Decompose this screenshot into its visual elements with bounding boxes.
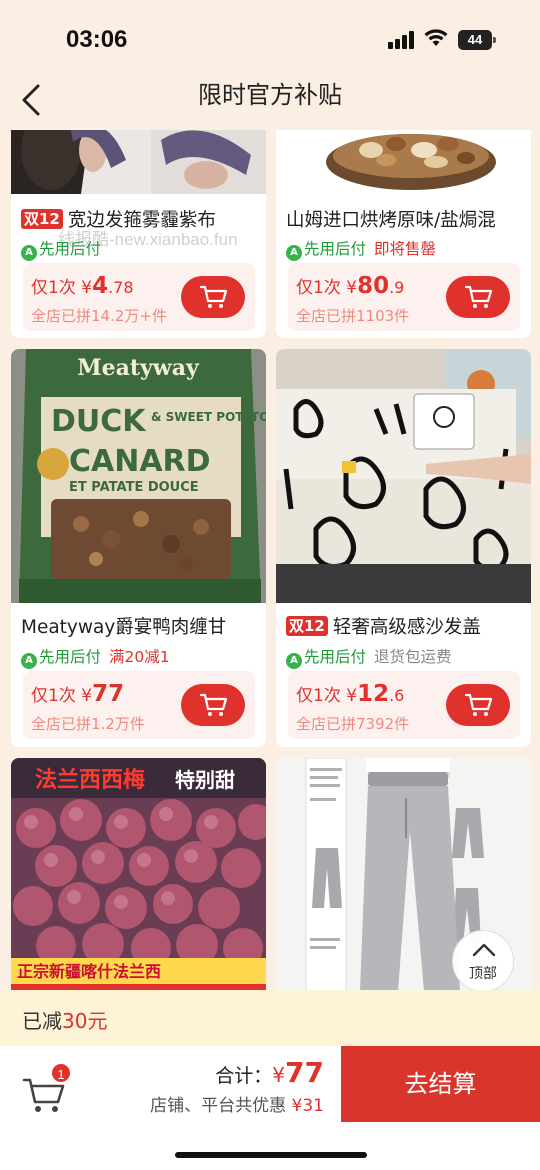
price: 仅1次 ¥4.78 — [31, 273, 134, 299]
price-box[interactable]: 仅1次 ¥80.9 全店已拼1103件 — [288, 263, 520, 331]
image-text: 正宗新疆喀什法兰西 — [17, 962, 161, 981]
double12-badge: 双12 — [21, 209, 63, 229]
product-tags: A 先用后付 满20减1 — [21, 645, 170, 669]
cart-count-badge: 1 — [50, 1062, 72, 1084]
image-text: CANARD — [69, 444, 211, 479]
image-text: 特别甜 — [175, 768, 235, 792]
image-text: 法兰西西梅 — [35, 767, 145, 793]
checkout-button[interactable]: 去结算 — [341, 1046, 540, 1122]
discount-summary: 店铺、平台共优惠 ¥31 — [150, 1096, 324, 1116]
battery-icon: 44 — [458, 30, 496, 50]
image-text: DUCK — [51, 404, 147, 439]
cart-icon — [465, 693, 493, 716]
sold-count: 全店已拼1103件 — [296, 307, 410, 325]
add-to-cart-button[interactable] — [446, 276, 510, 318]
sold-count: 全店已拼7392件 — [296, 715, 410, 733]
saved-bar: 已减30元 — [0, 990, 540, 1046]
product-tags: A 先用后付 退货包运费 — [286, 645, 452, 669]
page-title: 限时官方补贴 — [198, 81, 342, 109]
price-box[interactable]: 仅1次 ¥77 全店已拼1.2万件 — [23, 671, 255, 739]
product-name[interactable]: 双12 轻奢高级感沙发盖 — [286, 613, 526, 639]
cart-icon — [200, 285, 228, 308]
cart-icon — [200, 693, 228, 716]
product-card[interactable]: 法兰西西梅 特别甜 正宗新疆喀什法兰西 — [11, 758, 266, 990]
price: 仅1次 ¥80.9 — [296, 273, 405, 299]
saved-prefix: 已减 — [22, 1009, 62, 1033]
wifi-icon — [424, 29, 448, 46]
pay-later-icon: A — [21, 245, 37, 261]
signal-icon — [388, 31, 416, 49]
pay-later-icon: A — [21, 653, 37, 669]
image-text: ET PATATE DOUCE — [69, 480, 199, 495]
order-total: 合计：¥77 — [215, 1056, 324, 1089]
back-to-top-label: 顶部 — [469, 966, 497, 982]
promo-tag: 即将售罄 — [374, 240, 437, 258]
watermark: 线报酷-new.xianbao.fun — [58, 230, 238, 249]
price: 仅1次 ¥77 — [31, 681, 125, 707]
product-card[interactable]: Meatyway DUCK & SWEET POTATO CANARD ET P… — [11, 349, 266, 747]
promo-tag: 满20减1 — [109, 648, 170, 666]
product-image[interactable]: 法兰西西梅 特别甜 正宗新疆喀什法兰西 — [11, 758, 266, 990]
product-tags: A 先用后付 即将售罄 — [286, 237, 436, 261]
double12-badge: 双12 — [286, 616, 328, 636]
add-to-cart-button[interactable] — [446, 684, 510, 726]
product-image[interactable]: Meatyway DUCK & SWEET POTATO CANARD ET P… — [11, 349, 266, 603]
product-name[interactable]: Meatyway爵宴鸭肉缠甘 — [21, 613, 261, 639]
saved-amount: 30元 — [62, 1009, 108, 1033]
sold-count: 全店已拼14.2万+件 — [31, 307, 167, 325]
nav-bar: 限时官方补贴 — [0, 80, 540, 130]
pay-later-icon: A — [286, 653, 302, 669]
price-box[interactable]: 仅1次 ¥12.6 全店已拼7392件 — [288, 671, 520, 739]
product-image[interactable] — [276, 130, 531, 194]
image-text: & SWEET POTATO — [151, 410, 266, 424]
status-bar: 03:06 44 — [0, 0, 540, 80]
back-to-top-button[interactable]: 顶部 — [452, 930, 514, 992]
sold-count: 全店已拼1.2万件 — [31, 715, 145, 733]
price-box[interactable]: 仅1次 ¥4.78 全店已拼14.2万+件 — [23, 263, 255, 331]
promo-tag: 退货包运费 — [374, 648, 452, 666]
product-image[interactable] — [276, 349, 531, 603]
add-to-cart-button[interactable] — [181, 276, 245, 318]
product-card[interactable]: 双12 轻奢高级感沙发盖 A 先用后付 退货包运费 仅1次 ¥12.6 全店已拼739… — [276, 349, 531, 747]
home-indicator — [175, 1152, 367, 1158]
price: 仅1次 ¥12.6 — [296, 681, 405, 707]
add-to-cart-button[interactable] — [181, 684, 245, 726]
product-name[interactable]: 山姆进口烘烤原味/盐焗混 — [286, 206, 526, 232]
cart-icon — [465, 285, 493, 308]
product-card[interactable]: 山姆进口烘烤原味/盐焗混 A 先用后付 即将售罄 仅1次 ¥80.9 全店已拼110… — [276, 130, 531, 338]
product-feed[interactable]: 双12 宽边发箍雾霾紫布 A 先用后付 仅1次 ¥4.78 全店已拼14.2万+件 — [0, 130, 540, 990]
chevron-up-icon — [472, 943, 496, 957]
image-brand-text: Meatyway — [77, 355, 200, 381]
pay-later-icon: A — [286, 245, 302, 261]
product-image[interactable] — [11, 130, 266, 194]
status-time: 03:06 — [66, 26, 128, 53]
